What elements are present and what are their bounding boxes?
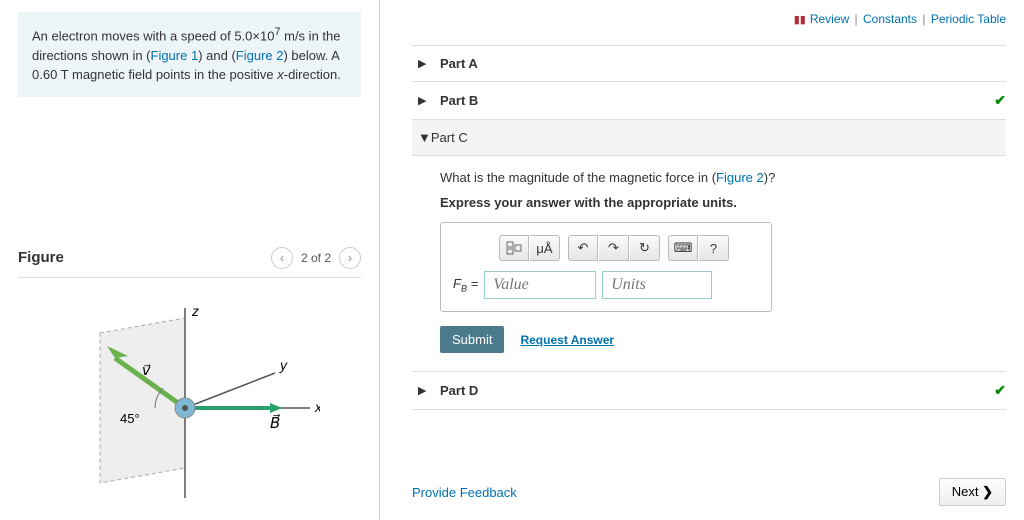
part-c-header[interactable]: ▼ Part C bbox=[412, 119, 1006, 156]
svg-text:45°: 45° bbox=[120, 411, 140, 426]
figure-title: Figure bbox=[18, 249, 64, 266]
figure-next-button[interactable]: › bbox=[339, 247, 361, 269]
svg-text:v⃗: v⃗ bbox=[142, 362, 151, 378]
undo-icon: ↶ bbox=[578, 240, 589, 256]
units-button[interactable]: μÅ bbox=[530, 235, 560, 261]
submit-button[interactable]: Submit bbox=[440, 326, 504, 353]
constants-link[interactable]: Constants bbox=[863, 12, 917, 26]
caret-down-icon: ▼ bbox=[418, 130, 431, 145]
figure2-inline-link[interactable]: Figure 2 bbox=[716, 170, 764, 185]
redo-icon: ↷ bbox=[608, 240, 619, 256]
template-button[interactable] bbox=[499, 235, 529, 261]
check-icon: ✔ bbox=[994, 382, 1006, 399]
chevron-left-icon: ‹ bbox=[280, 251, 284, 265]
periodic-table-link[interactable]: Periodic Table bbox=[931, 12, 1006, 26]
figure-prev-button[interactable]: ‹ bbox=[271, 247, 293, 269]
reset-icon: ↻ bbox=[639, 240, 650, 256]
caret-right-icon: ▶ bbox=[418, 57, 432, 70]
part-a-label: Part A bbox=[440, 56, 478, 71]
top-links: ▮▮Review | Constants | Periodic Table bbox=[794, 12, 1006, 26]
figure1-link[interactable]: Figure 1 bbox=[151, 48, 199, 63]
caret-right-icon: ▶ bbox=[418, 384, 432, 397]
svg-text:y: y bbox=[279, 357, 288, 373]
part-a-header[interactable]: ▶ Part A bbox=[412, 45, 1006, 81]
review-icon: ▮▮ bbox=[794, 14, 806, 26]
question-text: What is the magnitude of the magnetic fo… bbox=[440, 170, 996, 185]
review-link[interactable]: Review bbox=[810, 12, 849, 26]
redo-button[interactable]: ↷ bbox=[599, 235, 629, 261]
svg-text:B⃗: B⃗ bbox=[270, 413, 280, 432]
caret-right-icon: ▶ bbox=[418, 94, 432, 107]
request-answer-link[interactable]: Request Answer bbox=[520, 333, 614, 347]
part-c-label: Part C bbox=[431, 130, 468, 145]
undo-button[interactable]: ↶ bbox=[568, 235, 598, 261]
part-d-header[interactable]: ▶ Part D ✔ bbox=[412, 371, 1006, 410]
problem-statement: An electron moves with a speed of 5.0×10… bbox=[18, 12, 361, 97]
provide-feedback-link[interactable]: Provide Feedback bbox=[412, 485, 517, 500]
keyboard-button[interactable]: ⌨ bbox=[668, 235, 698, 261]
chevron-right-icon: › bbox=[348, 251, 352, 265]
figure-pager-text: 2 of 2 bbox=[301, 251, 331, 265]
variable-label: FB = bbox=[453, 276, 478, 294]
keyboard-icon: ⌨ bbox=[674, 240, 693, 256]
answer-box: μÅ ↶ ↷ ↻ ⌨ ? FB = bbox=[440, 222, 772, 312]
check-icon: ✔ bbox=[994, 92, 1006, 109]
fraction-icon bbox=[506, 241, 522, 255]
instruction-text: Express your answer with the appropriate… bbox=[440, 195, 996, 210]
help-button[interactable]: ? bbox=[699, 235, 729, 261]
figure2-link[interactable]: Figure 2 bbox=[236, 48, 284, 63]
next-button[interactable]: Next ❯ bbox=[939, 478, 1006, 506]
part-b-label: Part B bbox=[440, 93, 478, 108]
part-b-header[interactable]: ▶ Part B ✔ bbox=[412, 81, 1006, 119]
svg-text:x: x bbox=[314, 399, 320, 415]
part-d-label: Part D bbox=[440, 383, 478, 398]
svg-text:z: z bbox=[191, 303, 199, 319]
units-input[interactable] bbox=[602, 271, 712, 299]
reset-button[interactable]: ↻ bbox=[630, 235, 660, 261]
value-input[interactable] bbox=[484, 271, 596, 299]
figure-diagram: z y x v⃗ B⃗ 45° bbox=[18, 298, 361, 508]
